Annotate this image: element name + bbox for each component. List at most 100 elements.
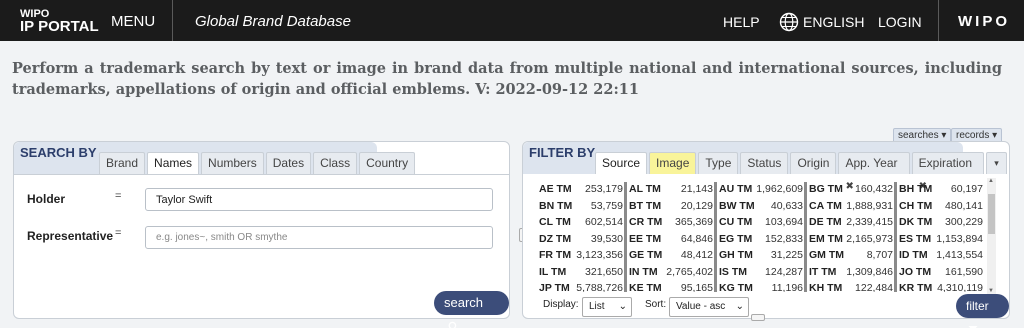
language-selector[interactable]: ENGLISH xyxy=(779,12,864,32)
tab-origin[interactable]: Origin xyxy=(790,152,837,174)
tab-type[interactable]: Type xyxy=(698,152,739,174)
tab-source[interactable]: Source xyxy=(595,152,648,174)
globe-icon xyxy=(779,12,799,32)
source-code: KG TM xyxy=(719,282,753,292)
source-count: 321,650 xyxy=(585,265,623,278)
source-code: ES TM xyxy=(899,232,932,245)
source-code: DE TM xyxy=(809,216,842,228)
source-item[interactable]: IN TM 2,765,402 xyxy=(629,265,713,282)
help-link[interactable]: HELP xyxy=(723,14,760,30)
scroll-up-icon[interactable]: ▲ xyxy=(988,178,994,184)
source-count: 60,197 xyxy=(950,183,983,195)
source-item[interactable]: IL TM 321,650 xyxy=(539,265,623,282)
scrollbar-thumb[interactable] xyxy=(988,194,995,234)
source-item[interactable]: JO TM 161,590 xyxy=(899,265,983,282)
source-item[interactable]: ES TM 1,153,894 xyxy=(899,232,983,249)
source-item[interactable]: GH TM 31,225 xyxy=(719,248,803,265)
source-item[interactable]: JP TM 5,788,726 xyxy=(539,281,623,292)
tab-image[interactable]: Image xyxy=(649,152,697,174)
panel-resize-handle[interactable] xyxy=(751,314,765,321)
source-code: KH TM xyxy=(809,282,843,292)
source-item[interactable]: BG TM 160,432 xyxy=(809,182,893,199)
tab-brand[interactable]: Brand xyxy=(99,152,146,174)
tab-app-year[interactable]: App. Year ✖ xyxy=(838,152,910,192)
wipo-ip-portal-logo[interactable]: WIPO IP PORTAL xyxy=(20,8,99,34)
sort-select[interactable]: Value - asc ⌄ xyxy=(669,297,749,317)
display-label: Display: xyxy=(543,299,579,310)
logo-line-2: IP PORTAL xyxy=(20,18,99,35)
source-code: BH TM xyxy=(899,183,933,195)
source-item[interactable]: CR TM 365,369 xyxy=(629,215,713,232)
source-item[interactable]: EE TM 64,846 xyxy=(629,232,713,249)
source-item[interactable]: BT TM 20,129 xyxy=(629,199,713,216)
source-code: BT TM xyxy=(629,199,662,212)
search-panel: SEARCH BY Brand Names Numbers Dates Clas… xyxy=(13,141,510,328)
filter-button[interactable]: filter xyxy=(956,294,1009,328)
source-count: 1,962,609 xyxy=(756,183,803,195)
source-item[interactable]: DE TM 2,339,415 xyxy=(809,215,893,232)
source-code: CH TM xyxy=(899,199,933,212)
source-item[interactable]: BN TM 53,759 xyxy=(539,199,623,216)
source-code: CA TM xyxy=(809,199,842,212)
source-item[interactable]: CU TM 103,694 xyxy=(719,215,803,232)
source-count: 2,339,415 xyxy=(846,216,893,228)
page-description: Perform a trademark search by text or im… xyxy=(12,60,1002,98)
source-item[interactable]: KE TM 95,165 xyxy=(629,281,713,292)
source-item[interactable]: CA TM 1,888,931 xyxy=(809,199,893,216)
source-item[interactable]: GE TM 48,412 xyxy=(629,248,713,265)
source-item[interactable]: BH TM 60,197 xyxy=(899,182,983,199)
scrollbar[interactable]: ▲ ▼ xyxy=(987,178,996,294)
search-icon xyxy=(448,321,457,328)
tab-expiration[interactable]: Expiration ✖ xyxy=(911,152,984,192)
search-form: Holder = Taylor Swift Representative = e… xyxy=(14,174,509,328)
login-link[interactable]: LOGIN xyxy=(878,14,922,30)
source-item[interactable]: BW TM 40,633 xyxy=(719,199,803,216)
holder-input[interactable]: Taylor Swift xyxy=(145,188,493,211)
source-item[interactable]: GM TM 8,707 xyxy=(809,248,893,265)
source-item[interactable]: EM TM 2,165,973 xyxy=(809,232,893,249)
source-item[interactable]: EG TM 152,833 xyxy=(719,232,803,249)
source-code: BG TM xyxy=(809,183,843,195)
source-code: IS TM xyxy=(719,265,747,278)
tab-numbers[interactable]: Numbers xyxy=(201,152,264,174)
wipo-brand-link[interactable]: WIPO xyxy=(958,13,1010,30)
source-item[interactable]: FR TM 3,123,356 xyxy=(539,248,623,265)
representative-input[interactable]: e.g. jones~, smith OR smythe xyxy=(145,226,493,249)
tab-dates[interactable]: Dates xyxy=(265,152,312,174)
records-label: records xyxy=(956,130,990,141)
tab-country[interactable]: Country xyxy=(359,152,416,174)
source-item[interactable]: CL TM 602,514 xyxy=(539,215,623,232)
source-count: 1,153,894 xyxy=(936,232,983,245)
search-button-label: search xyxy=(444,295,484,310)
source-code: KR TM xyxy=(899,282,933,292)
tab-names[interactable]: Names xyxy=(147,152,200,174)
source-count: 39,530 xyxy=(590,232,623,245)
source-item[interactable]: KR TM 4,310,119 xyxy=(899,281,983,292)
source-item[interactable]: KH TM 122,484 xyxy=(809,281,893,292)
display-select[interactable]: List ⌄ xyxy=(582,297,632,317)
app-title[interactable]: Global Brand Database xyxy=(195,13,351,30)
source-count: 21,143 xyxy=(680,183,713,195)
source-item[interactable]: AE TM 253,179 xyxy=(539,182,623,199)
search-button[interactable]: search xyxy=(434,291,509,328)
source-item[interactable]: AU TM 1,962,609 xyxy=(719,182,803,199)
source-item[interactable]: ID TM 1,413,554 xyxy=(899,248,983,265)
source-code: AL TM xyxy=(629,183,661,195)
sort-select-value: Value - asc xyxy=(676,301,726,312)
source-code: GE TM xyxy=(629,249,663,261)
source-item[interactable]: KG TM 11,196 xyxy=(719,281,803,292)
source-item[interactable]: IS TM 124,287 xyxy=(719,265,803,282)
more-tabs-dropdown[interactable]: ▾ xyxy=(985,152,1007,174)
source-item[interactable]: DK TM 300,229 xyxy=(899,215,983,232)
menu-button[interactable]: MENU xyxy=(111,13,155,30)
source-item[interactable]: CH TM 480,141 xyxy=(899,199,983,216)
source-item[interactable]: AL TM 21,143 xyxy=(629,182,713,199)
tab-status[interactable]: Status xyxy=(740,152,789,174)
source-item[interactable]: IT TM 1,309,846 xyxy=(809,265,893,282)
tab-class[interactable]: Class xyxy=(313,152,358,174)
source-count: 365,369 xyxy=(675,216,713,228)
source-code: JP TM xyxy=(539,282,570,292)
source-count: 253,179 xyxy=(585,183,623,195)
source-count: 2,165,973 xyxy=(846,232,893,245)
source-item[interactable]: DZ TM 39,530 xyxy=(539,232,623,249)
